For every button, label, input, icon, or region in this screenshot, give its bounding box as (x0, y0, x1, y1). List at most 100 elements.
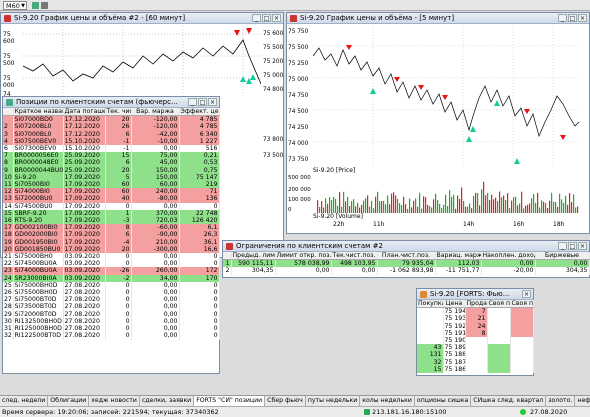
workspace-tab[interactable]: СИшка след. квартал (471, 396, 547, 406)
buy-volume[interactable] (417, 329, 444, 338)
chart2-titlebar[interactable]: Si-9.20 График цены и объёма - [5 минут]… (287, 13, 589, 24)
sell-volume[interactable] (465, 358, 488, 366)
col-header[interactable]: Покупка (417, 300, 444, 309)
table-row[interactable]: 15 SBRF-9.20 17.09.2020 1 370,00 22 748 (3, 209, 220, 218)
price-level[interactable]: 75 187 (443, 358, 466, 366)
table-row[interactable]: 17 GD002100BI0 17.09.2020 8 -60,00 6,1 (3, 224, 220, 232)
table-row[interactable]: 18 GD002000BI0 17.09.2020 6 -90,00 26,3 (3, 231, 220, 239)
limits-titlebar[interactable]: Ограничения по клиентским счетам #2 _ □ × (223, 241, 589, 252)
col-header[interactable]: Биржевые (535, 252, 590, 261)
buy-volume[interactable]: 43 (417, 344, 444, 352)
table-row[interactable]: 16 RTS-9.20 17.09.2020 -3 720,03 126 420 (3, 217, 220, 225)
minimize-button[interactable]: _ (252, 14, 261, 22)
orderbook-row[interactable]: 75 194 7 (417, 307, 534, 316)
orderbook-row[interactable]: 43 75 189 (417, 344, 534, 352)
orderbook-row[interactable]: 15 75 186 (417, 365, 534, 374)
cursor-icon[interactable] (41, 2, 48, 9)
table-row[interactable]: 28 Si73500BT0D 27.08.2020 0 0,00 0 (3, 303, 220, 311)
col-header[interactable]: Вариац. маржа (435, 252, 482, 261)
sell-volume[interactable] (465, 344, 488, 352)
col-header[interactable] (3, 108, 14, 117)
minimize-button[interactable]: _ (558, 242, 567, 250)
orderbook-titlebar[interactable]: Si-9.20 [FORTS: Фью... × (417, 289, 533, 300)
workspace-tab[interactable]: Облигации (48, 396, 90, 406)
orderbook-row[interactable]: 32 75 187 (417, 358, 534, 366)
col-header[interactable]: Тек. чист (105, 108, 132, 117)
buy-volume[interactable]: 131 (417, 351, 444, 359)
col-header[interactable]: Краткое название (13, 108, 64, 117)
col-header[interactable]: Лимит откр. поз. (275, 252, 332, 261)
table-row[interactable]: 23 Si74000BU0A 03.09.2020 -26 260,00 172 (3, 267, 220, 275)
col-header[interactable]: Вар. маржа (131, 108, 180, 117)
orderbook-row[interactable]: 75 190 (417, 337, 534, 345)
price-level[interactable]: 75 189 (443, 344, 466, 352)
table-row[interactable]: 31 RI125000BH0D 27.08.2020 0 0,00 0 (3, 325, 220, 333)
workspace-tab[interactable]: колы недельки (360, 396, 415, 406)
table-row[interactable]: 14 Si74500BU0 17.09.2020 0 0,00 0 (3, 202, 220, 210)
table-row[interactable]: 32 RI122500BT0D 27.08.2020 0 0,00 0 (3, 332, 220, 340)
col-header[interactable]: Своя по (487, 300, 511, 309)
col-header[interactable]: Своя пр (510, 300, 534, 309)
workspace-tab[interactable]: след. недели (0, 396, 49, 406)
maximize-button[interactable]: □ (262, 14, 271, 22)
table-row[interactable]: 25 Si75000BH0D 27.08.2020 0 0,00 0 (3, 281, 220, 290)
sell-volume[interactable] (465, 351, 488, 359)
table-row[interactable]: 8 BR0000048E0 25.09.2020 6 45,00 0,53 (3, 159, 220, 167)
minimize-button[interactable]: _ (188, 98, 197, 106)
positions-titlebar[interactable]: Позиции по клиентским счетам (фьючерс...… (3, 97, 219, 108)
close-button[interactable]: × (578, 242, 587, 250)
maximize-button[interactable]: □ (198, 98, 207, 106)
table-row[interactable]: 26 Si75500BH0D 27.08.2020 0 0,00 0 (3, 289, 220, 297)
price-level[interactable]: 75 190 (443, 337, 466, 345)
table-row[interactable]: 4 Si07500BEV0 15.10.2020 -1 -10,00 1 227 (3, 137, 220, 146)
sell-volume[interactable]: 7 (465, 307, 488, 316)
chart-type-icon[interactable] (32, 2, 39, 9)
workspace-tab[interactable]: сделки, заявки (140, 396, 195, 406)
table-row[interactable]: 3 Si07000BL0 17.12.2020 6 -42,00 6 340 (3, 130, 220, 138)
table-row[interactable]: 9 BR0000044BU0 25.09.2020 20 150,00 0,75 (3, 166, 220, 174)
orderbook-row[interactable]: 131 75 188 (417, 351, 534, 359)
volume-plot[interactable] (317, 175, 579, 213)
table-row[interactable]: 21 Si75000BH0 03.09.2020 0 0,00 0 (3, 253, 220, 261)
minimize-button[interactable]: _ (558, 14, 567, 22)
table-row[interactable]: 20 GD001850BU0 17.09.2020 20 -300,00 16,6 (3, 245, 220, 254)
buy-volume[interactable]: 32 (417, 358, 444, 366)
table-row[interactable]: 19 GD001950BI0 17.09.2020 -4 210,00 36,1 (3, 238, 220, 246)
table-row[interactable]: Si07000BD0 17.12.2020 20 -120,00 4 785 (3, 115, 220, 124)
table-row[interactable]: 11 Si70500BI0 17.09.2020 60 60,00 219 (3, 181, 220, 189)
price-level[interactable]: 75 186 (443, 365, 466, 374)
maximize-button[interactable]: □ (568, 14, 577, 22)
table-row[interactable]: 30 RI132500BH0D 27.08.2020 0 0,00 0 (3, 317, 220, 326)
workspace-tab[interactable]: путы недельки (306, 396, 361, 406)
table-row[interactable]: 10 Si-9.20 17.09.2020 5 150,00 75 147 (3, 173, 220, 182)
sell-volume[interactable] (465, 337, 488, 345)
buy-volume[interactable] (417, 307, 444, 316)
col-header[interactable]: Дата погаше (63, 108, 106, 117)
table-row[interactable]: 27 Si75000BT0D 27.08.2020 0 0,00 0 (3, 296, 220, 304)
close-button[interactable]: × (272, 14, 281, 22)
workspace-tab[interactable]: хедж новости (89, 396, 140, 406)
col-header[interactable]: Тек.чист.поз. (331, 252, 378, 261)
table-row[interactable]: 29 Si72000BT0D 27.08.2020 0 0,00 0 (3, 310, 220, 318)
table-row[interactable]: 2 Si07200BL0 17.12.2020 26 -120,00 4 785 (3, 123, 220, 131)
chart1-plot[interactable] (23, 26, 261, 94)
orderbook-row[interactable]: 75 192 24 (417, 322, 534, 330)
interval-select[interactable]: M60 ▼ (3, 1, 27, 10)
orderbook-row[interactable]: 75 191 8 (417, 329, 534, 338)
buy-volume[interactable] (417, 315, 444, 323)
close-button[interactable]: × (208, 98, 217, 106)
workspace-tab[interactable]: нефть (575, 396, 590, 406)
col-header[interactable] (223, 252, 232, 261)
chart2-plot[interactable] (313, 26, 579, 166)
price-level[interactable]: 75 188 (443, 351, 466, 359)
col-header[interactable]: Цена (443, 300, 466, 309)
price-level[interactable]: 75 193 (443, 315, 466, 323)
buy-volume[interactable]: 15 (417, 365, 444, 374)
chart1-titlebar[interactable]: Si-9.20 График цены и объёма #2 - [60 ми… (1, 13, 283, 24)
table-row[interactable]: 13 Si72000BU0 17.09.2020 40 -80,00 136 (3, 195, 220, 203)
table-row[interactable]: 22 Si74500BU0A 03.09.2020 0 0,00 0 (3, 260, 220, 268)
sell-volume[interactable]: 21 (465, 315, 488, 323)
col-header[interactable]: План.чист.поз. (377, 252, 436, 261)
buy-volume[interactable] (417, 322, 444, 330)
table-row[interactable]: 7 BR0000056E0 25.09.2020 15 75,00 0,21 (3, 152, 220, 160)
